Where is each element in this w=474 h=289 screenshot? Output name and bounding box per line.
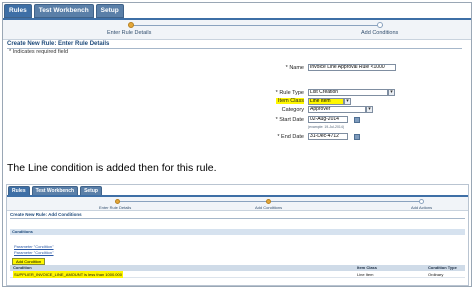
- train-step-current-icon: [128, 22, 134, 28]
- train-step-next-icon[interactable]: [419, 199, 424, 204]
- page-title: Create New Rule: Enter Rule Details: [7, 41, 110, 47]
- caption-text: The Line condition is added then for thi…: [7, 162, 217, 174]
- end-date-input[interactable]: 31-Dec-4712: [308, 133, 348, 140]
- page-title: Create New Rule: Add Conditions: [10, 212, 82, 217]
- conditions-header: Conditions: [10, 229, 465, 235]
- add-condition-button[interactable]: Add Condition: [12, 258, 46, 265]
- train-step-add-conditions[interactable]: Add Conditions: [361, 30, 398, 36]
- tab-bar: Rules Test Workbench Setup: [4, 4, 124, 18]
- train-step-done-icon: [115, 199, 120, 204]
- table-row[interactable]: SUPPLIER_INVOICE_LINE_AMOUNT is less tha…: [10, 271, 465, 278]
- name-label: * Name: [285, 65, 304, 71]
- end-date-label: * End Date: [277, 134, 304, 140]
- condition-cell[interactable]: SUPPLIER_INVOICE_LINE_AMOUNT is less tha…: [13, 271, 123, 278]
- rule-screenshot-bottom: Rules Test Workbench Setup Enter Rule De…: [6, 184, 469, 286]
- rule-type-label: * Rule Type: [275, 90, 304, 96]
- category-dropdown-icon[interactable]: ▾: [366, 106, 373, 113]
- category-label: Category: [281, 107, 304, 113]
- train-step-enter-rule-details: Enter Rule Details: [107, 30, 152, 36]
- item-class-select[interactable]: Line Item: [308, 98, 344, 105]
- title-divider: [10, 218, 465, 219]
- category-select[interactable]: Approver: [308, 106, 366, 113]
- train-step-add-actions[interactable]: Add Actions: [411, 205, 432, 210]
- name-input[interactable]: Invoice Line Approval Rule <1000: [308, 64, 396, 71]
- end-date-calendar-icon[interactable]: [354, 134, 360, 140]
- train-step-enter-rule-details[interactable]: Enter Rule Details: [99, 205, 131, 210]
- tab-rules[interactable]: Rules: [4, 4, 32, 18]
- rule-type-dropdown-icon[interactable]: ▾: [388, 89, 395, 96]
- required-field-note: * Indicates required field: [9, 49, 69, 55]
- train-step-current-icon: [266, 199, 271, 204]
- tab-setup[interactable]: Setup: [95, 4, 124, 18]
- tab-test-workbench[interactable]: Test Workbench: [33, 4, 94, 18]
- train-step-add-conditions: Add Conditions: [255, 205, 283, 210]
- start-date-calendar-icon[interactable]: [354, 117, 360, 123]
- start-date-input[interactable]: 02-Aug-2014: [308, 116, 348, 123]
- item-class-dropdown-icon[interactable]: ▾: [344, 98, 351, 105]
- item-class-label: Item Class: [276, 98, 304, 104]
- process-train: Enter Rule Details Add Conditions Add Ac…: [7, 197, 468, 211]
- rule-screenshot-top: Rules Test Workbench Setup Enter Rule De…: [2, 2, 472, 287]
- train-step-next-icon[interactable]: [377, 22, 383, 28]
- start-date-label: * Start Date: [275, 117, 304, 123]
- parameter-condition-link[interactable]: Parameter "Condition": [14, 250, 54, 255]
- rule-type-select[interactable]: List Creation: [308, 89, 388, 96]
- start-date-hint: (example: 19-Jul-2014): [308, 125, 344, 129]
- parameter-condition-link[interactable]: Parameter "Condition": [14, 244, 54, 249]
- item-class-cell: Line Item: [357, 272, 374, 277]
- condition-type-cell: Ordinary: [428, 272, 444, 277]
- train-connector: [131, 25, 383, 26]
- process-train: Enter Rule Details Add Conditions: [3, 20, 471, 40]
- title-divider: [7, 48, 462, 49]
